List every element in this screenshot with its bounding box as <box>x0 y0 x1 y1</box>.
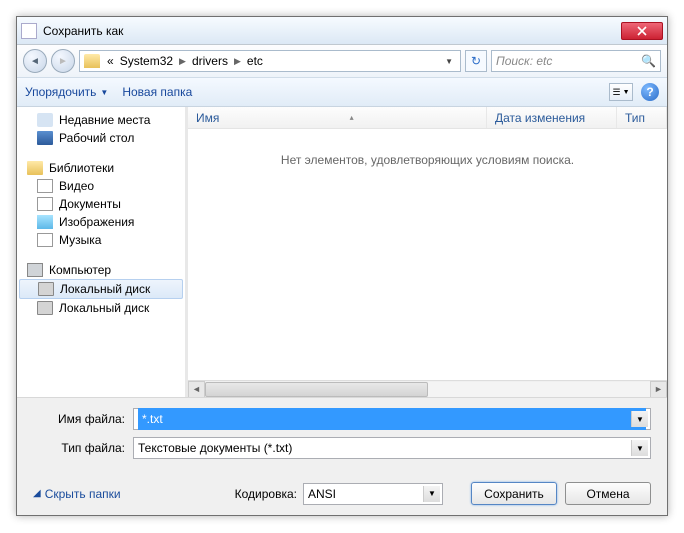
scroll-right-button[interactable]: ► <box>650 381 667 398</box>
tree-item-documents[interactable]: Документы <box>17 195 185 213</box>
refresh-button[interactable]: ↻ <box>465 50 487 72</box>
save-as-dialog: Сохранить как ◄ ► « System32 ▶ drivers ▶… <box>16 16 668 516</box>
libraries-icon <box>27 161 43 175</box>
tree-item-images[interactable]: Изображения <box>17 213 185 231</box>
tree-item-computer[interactable]: Компьютер <box>17 261 185 279</box>
list-header: Имя▴ Дата изменения Тип <box>188 107 667 129</box>
help-icon: ? <box>646 85 653 99</box>
document-icon <box>37 197 53 211</box>
refresh-icon: ↻ <box>471 54 481 68</box>
video-icon <box>37 179 53 193</box>
scroll-thumb[interactable] <box>205 382 428 397</box>
chevron-down-icon: ▼ <box>100 88 108 97</box>
help-button[interactable]: ? <box>641 83 659 101</box>
filetype-label: Тип файла: <box>33 441 133 455</box>
view-icon: ☰ <box>612 87 620 98</box>
back-button[interactable]: ◄ <box>23 49 47 73</box>
arrow-right-icon: ► <box>58 56 68 67</box>
save-button[interactable]: Сохранить <box>471 482 557 505</box>
encoding-label: Кодировка: <box>235 487 297 501</box>
app-icon <box>21 23 37 39</box>
sort-up-icon: ▴ <box>350 113 354 122</box>
toolbar: Упорядочить ▼ Новая папка ☰▼ ? <box>17 77 667 107</box>
images-icon <box>37 215 53 229</box>
collapse-icon: ◢ <box>33 488 41 499</box>
view-options-button[interactable]: ☰▼ <box>609 83 633 101</box>
tree-item-music[interactable]: Музыка <box>17 231 185 249</box>
recent-icon <box>37 113 53 127</box>
column-date[interactable]: Дата изменения <box>487 107 617 128</box>
nav-bar: ◄ ► « System32 ▶ drivers ▶ etc ▼ ↻ Поиск… <box>17 45 667 77</box>
dialog-body: Недавние места Рабочий стол Библиотеки В… <box>17 107 667 398</box>
desktop-icon <box>37 131 53 145</box>
hide-folders-link[interactable]: ◢ Скрыть папки <box>33 487 121 501</box>
breadcrumb-item[interactable]: drivers <box>189 54 231 68</box>
breadcrumb-sep: « <box>104 54 117 68</box>
file-list: Имя▴ Дата изменения Тип Нет элементов, у… <box>188 107 667 397</box>
footer: Имя файла: ▼ Тип файла: Текстовые докуме… <box>17 398 667 476</box>
filename-input[interactable]: ▼ <box>133 408 651 430</box>
address-bar[interactable]: « System32 ▶ drivers ▶ etc ▼ <box>79 50 461 72</box>
music-icon <box>37 233 53 247</box>
tree-item-video[interactable]: Видео <box>17 177 185 195</box>
search-placeholder: Поиск: etc <box>496 54 552 68</box>
search-icon: 🔍 <box>641 54 656 68</box>
organize-button[interactable]: Упорядочить ▼ <box>25 85 108 99</box>
cancel-button[interactable]: Отмена <box>565 482 651 505</box>
empty-message: Нет элементов, удовлетворяющих условиям … <box>281 153 574 167</box>
encoding-select[interactable]: ANSI ▼ <box>303 483 443 505</box>
titlebar: Сохранить как <box>17 17 667 45</box>
chevron-right-icon: ▶ <box>231 56 244 67</box>
tree-item-libraries[interactable]: Библиотеки <box>17 159 185 177</box>
dropdown-icon[interactable]: ▼ <box>631 411 648 427</box>
nav-tree[interactable]: Недавние места Рабочий стол Библиотеки В… <box>17 107 185 397</box>
breadcrumb-item[interactable]: etc <box>244 54 266 68</box>
breadcrumb-item[interactable]: System32 <box>117 54 176 68</box>
disk-icon <box>37 301 53 315</box>
dropdown-icon[interactable]: ▼ <box>423 486 440 502</box>
search-input[interactable]: Поиск: etc 🔍 <box>491 50 661 72</box>
dropdown-icon[interactable]: ▼ <box>442 57 456 66</box>
forward-button[interactable]: ► <box>51 49 75 73</box>
horizontal-scrollbar[interactable]: ◄ ► <box>188 380 667 397</box>
tree-item-recent[interactable]: Недавние места <box>17 111 185 129</box>
arrow-left-icon: ◄ <box>30 56 40 67</box>
column-name[interactable]: Имя▴ <box>188 107 487 128</box>
new-folder-button[interactable]: Новая папка <box>122 85 192 99</box>
tree-item-disk-d[interactable]: Локальный диск <box>17 299 185 317</box>
computer-icon <box>27 263 43 277</box>
disk-icon <box>38 282 54 296</box>
tree-item-desktop[interactable]: Рабочий стол <box>17 129 185 147</box>
filename-label: Имя файла: <box>33 412 133 426</box>
encoding-value: ANSI <box>308 487 336 501</box>
close-button[interactable] <box>621 22 663 40</box>
filetype-value: Текстовые документы (*.txt) <box>138 441 292 455</box>
folder-icon <box>84 54 100 68</box>
scroll-left-button[interactable]: ◄ <box>188 381 205 398</box>
list-content: Нет элементов, удовлетворяющих условиям … <box>188 129 667 380</box>
bottom-bar: ◢ Скрыть папки Кодировка: ANSI ▼ Сохрани… <box>17 476 667 515</box>
chevron-right-icon: ▶ <box>176 56 189 67</box>
tree-item-disk-c[interactable]: Локальный диск <box>19 279 183 299</box>
window-title: Сохранить как <box>43 24 621 38</box>
filetype-select[interactable]: Текстовые документы (*.txt) ▼ <box>133 437 651 459</box>
dropdown-icon[interactable]: ▼ <box>631 440 648 456</box>
filename-field[interactable] <box>138 408 646 430</box>
column-type[interactable]: Тип <box>617 107 667 128</box>
